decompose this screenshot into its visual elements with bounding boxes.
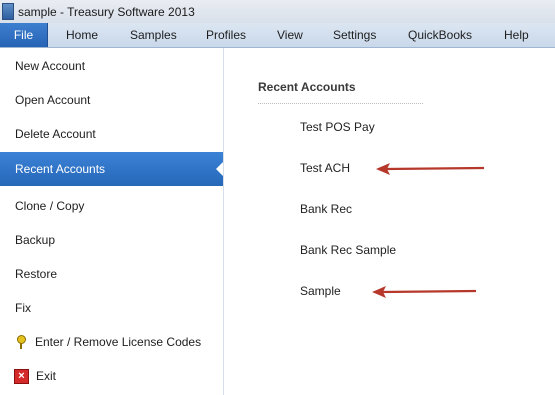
menu-label: Delete Account (15, 127, 96, 141)
ribbon-tab-bar: File Home Samples Profiles View Settings… (0, 23, 555, 48)
tab-profiles[interactable]: Profiles (206, 23, 246, 47)
window-title: sample - Treasury Software 2013 (18, 4, 195, 19)
menu-backup[interactable]: Backup (0, 223, 223, 257)
menu-license-codes[interactable]: Enter / Remove License Codes (0, 325, 223, 359)
menu-new-account[interactable]: New Account (0, 49, 223, 83)
exit-icon: × (14, 368, 29, 384)
menu-open-account[interactable]: Open Account (0, 83, 223, 117)
menu-clone-copy[interactable]: Clone / Copy (0, 189, 223, 223)
recent-account-item[interactable]: Bank Rec (300, 202, 352, 216)
title-bar: sample - Treasury Software 2013 (0, 0, 555, 23)
tab-help[interactable]: Help (504, 23, 529, 47)
section-divider (258, 103, 423, 104)
recent-account-item[interactable]: Test POS Pay (300, 120, 375, 134)
menu-label: Enter / Remove License Codes (35, 335, 202, 349)
menu-recent-accounts[interactable]: Recent Accounts (0, 152, 223, 186)
annotation-arrow (376, 163, 485, 175)
menu-label: New Account (15, 59, 86, 73)
menu-delete-account[interactable]: Delete Account (0, 117, 223, 151)
tab-samples[interactable]: Samples (130, 23, 177, 47)
tab-settings[interactable]: Settings (333, 23, 376, 47)
recent-accounts-panel: Recent Accounts Test POS Pay Test ACH Ba… (224, 48, 555, 395)
recent-account-item[interactable]: Bank Rec Sample (300, 243, 396, 257)
menu-exit[interactable]: × Exit (0, 359, 223, 393)
menu-label: Fix (15, 301, 31, 315)
menu-label: Backup (15, 233, 56, 247)
menu-label: Open Account (15, 93, 91, 107)
tab-quickbooks[interactable]: QuickBooks (408, 23, 472, 47)
menu-restore[interactable]: Restore (0, 257, 223, 291)
tab-file[interactable]: File (0, 23, 48, 47)
tab-view[interactable]: View (277, 23, 303, 47)
menu-label: Recent Accounts (15, 162, 106, 176)
menu-fix[interactable]: Fix (0, 291, 223, 325)
tab-home[interactable]: Home (66, 23, 98, 47)
app-icon (2, 3, 14, 20)
recent-account-item[interactable]: Test ACH (300, 161, 350, 175)
recent-account-item[interactable]: Sample (300, 284, 341, 298)
menu-label: Exit (36, 369, 57, 383)
annotation-arrow (372, 286, 477, 298)
section-title: Recent Accounts (258, 80, 356, 94)
key-icon (14, 335, 28, 349)
menu-label: Restore (15, 267, 58, 281)
menu-label: Clone / Copy (15, 199, 85, 213)
backstage-menu: New Account Open Account Delete Account … (0, 48, 224, 395)
